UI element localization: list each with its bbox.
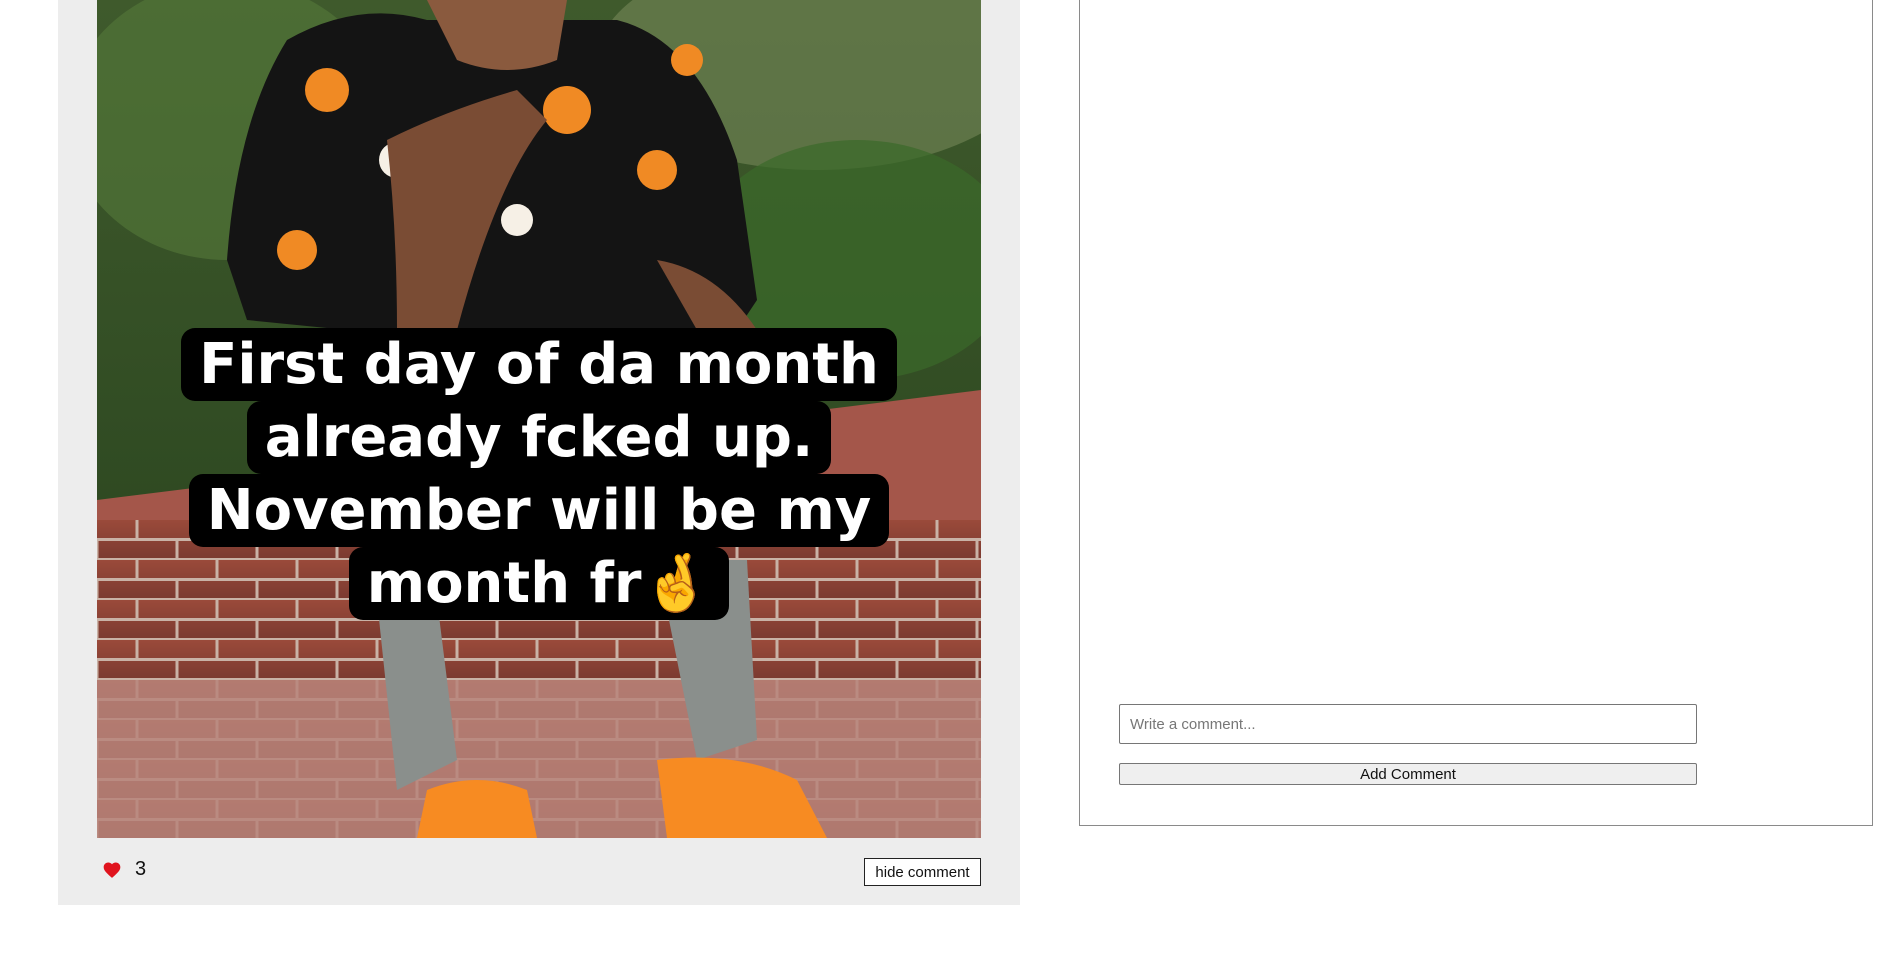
post-caption: First day of da month already fcked up. … bbox=[97, 328, 981, 620]
comment-panel: Add Comment bbox=[1079, 0, 1873, 826]
post-card: First day of da month already fcked up. … bbox=[58, 0, 1020, 905]
like-count: 3 bbox=[135, 858, 147, 880]
caption-line: month fr🤞 bbox=[348, 547, 730, 620]
caption-line: already fcked up. bbox=[246, 401, 832, 474]
post-footer: 3 hide comment bbox=[58, 838, 1020, 905]
caption-line: November will be my bbox=[188, 474, 890, 547]
hide-comment-button[interactable]: hide comment bbox=[864, 858, 981, 886]
heart-icon[interactable] bbox=[102, 860, 122, 880]
caption-line: First day of da month bbox=[181, 328, 897, 401]
post-image: First day of da month already fcked up. … bbox=[97, 0, 981, 838]
comment-input[interactable] bbox=[1119, 704, 1697, 744]
add-comment-button[interactable]: Add Comment bbox=[1119, 763, 1697, 785]
